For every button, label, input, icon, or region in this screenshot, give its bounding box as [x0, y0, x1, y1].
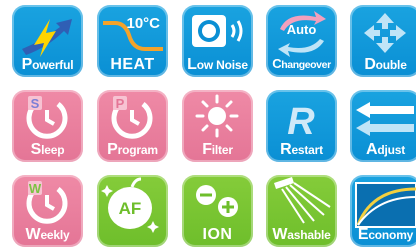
changeover-label: Changeover [272, 56, 331, 72]
filter-label: Filter [202, 141, 233, 158]
sleep-badge: S [31, 96, 40, 111]
washable-label: Washable [272, 226, 331, 243]
double-tile[interactable]: Double [350, 5, 416, 77]
auto-text: Auto [286, 22, 317, 37]
economy-tile[interactable]: Economy [350, 175, 416, 247]
weekly-tile[interactable]: W Weekly [12, 175, 83, 247]
adjust-label: Adjust [365, 141, 406, 158]
lownoise-tile[interactable]: Low Noise [182, 5, 253, 77]
svg-text:R: R [287, 101, 315, 143]
economy-label: Economy [357, 226, 414, 243]
ion-label: ION [202, 226, 233, 243]
heat-degree: 10°C [126, 15, 160, 32]
weekly-badge: W [29, 181, 42, 196]
heat-tile[interactable]: 10°C HEAT [97, 5, 168, 77]
washable-tile[interactable]: Washable [266, 175, 337, 247]
changeover-tile[interactable]: Auto Changeover [266, 5, 337, 77]
af-tile[interactable]: AF [97, 175, 168, 247]
filter-tile[interactable]: Filter [182, 90, 253, 162]
ion-tile[interactable]: ION [182, 175, 253, 247]
program-badge: P [116, 96, 125, 111]
sleep-label: Sleep [30, 141, 65, 158]
heat-label: HEAT [110, 56, 155, 73]
weekly-label: Weekly [25, 226, 70, 243]
lownoise-label: Low Noise [187, 56, 248, 73]
double-label: Double [364, 56, 407, 73]
sleep-tile[interactable]: S Sleep [12, 90, 83, 162]
af-text: AF [118, 199, 142, 218]
program-tile[interactable]: P Program [97, 90, 168, 162]
powerful-label: Powerful [21, 56, 74, 73]
restart-tile[interactable]: R Restart [266, 90, 337, 162]
powerful-tile[interactable]: Powerful [12, 5, 83, 77]
restart-label: Restart [280, 141, 323, 158]
adjust-tile[interactable]: Adjust [350, 90, 416, 162]
program-label: Program [107, 141, 158, 158]
